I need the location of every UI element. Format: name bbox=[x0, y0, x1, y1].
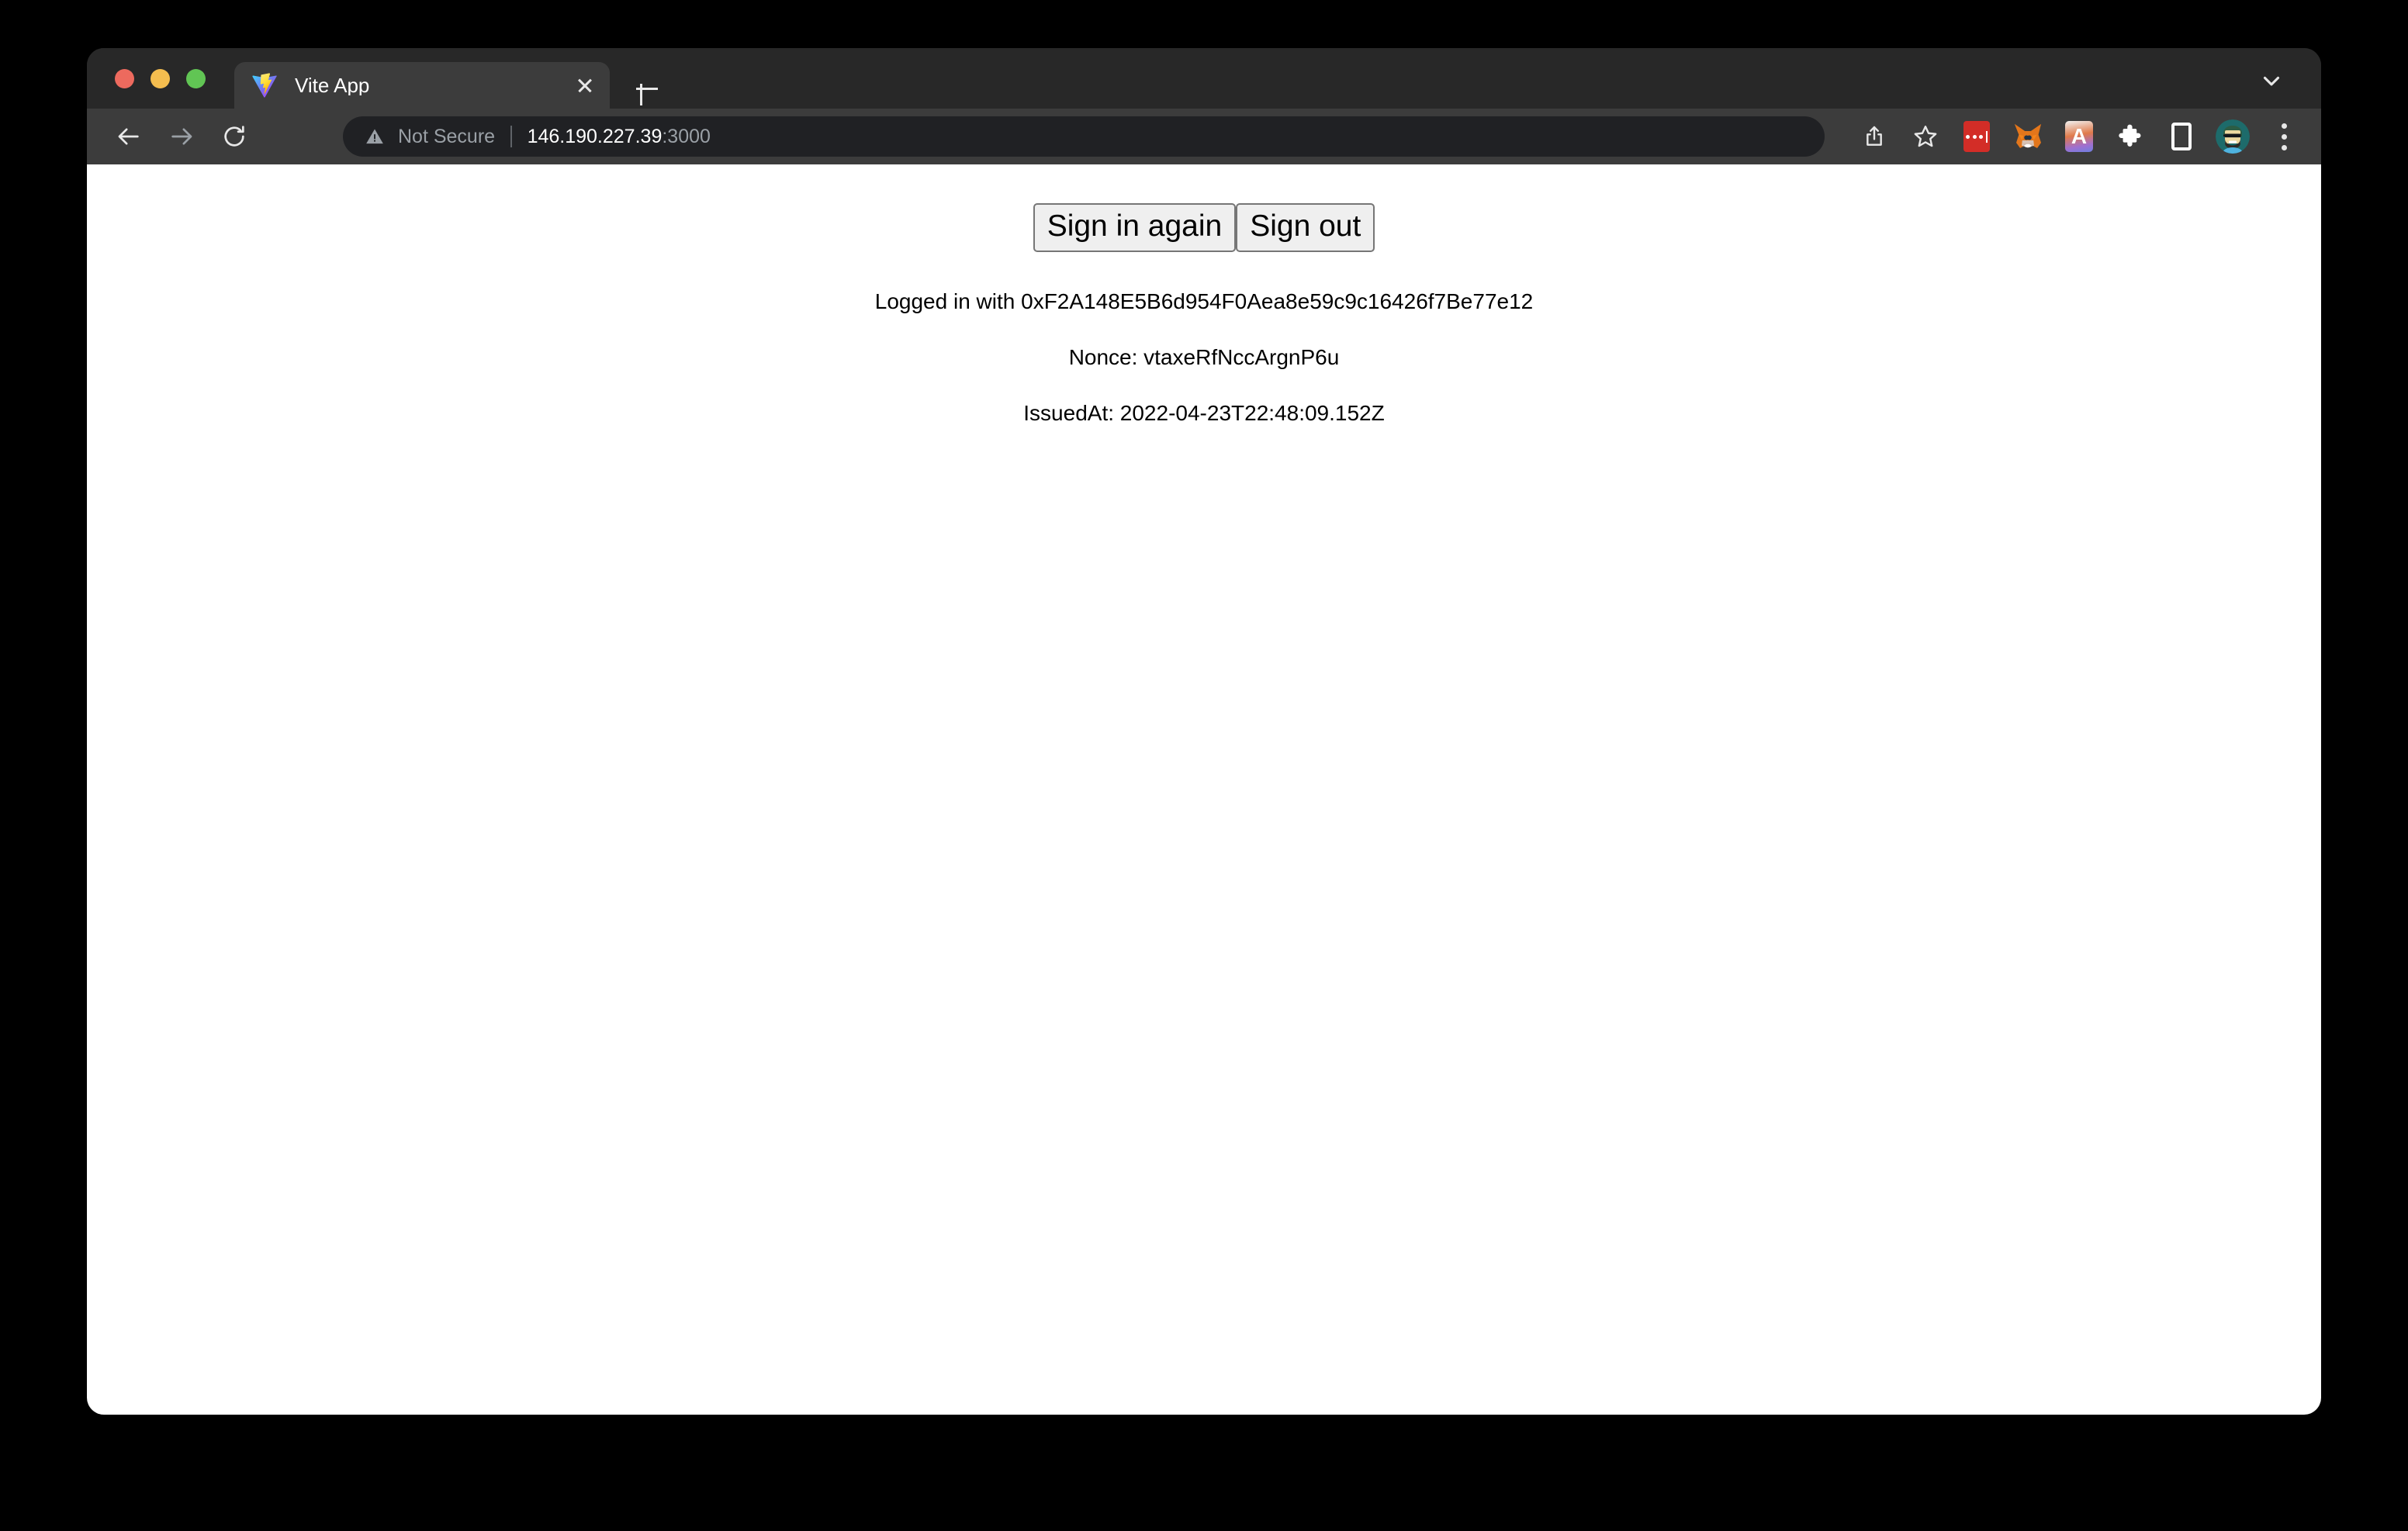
metamask-extension-icon[interactable] bbox=[2008, 116, 2048, 157]
toolbar-actions: A bbox=[1843, 109, 2304, 164]
warning-triangle-icon[interactable] bbox=[365, 126, 385, 147]
window-maximize-button[interactable] bbox=[186, 68, 206, 88]
lastpass-glyph bbox=[1963, 121, 1990, 152]
lastpass-extension-icon[interactable] bbox=[1956, 116, 1997, 157]
metamask-fox-glyph bbox=[2015, 124, 2041, 148]
auth-button-row: Sign in again Sign out bbox=[87, 203, 2321, 252]
logged-in-address-line: Logged in with 0xF2A148E5B6d954F0Aea8e59… bbox=[874, 289, 1534, 313]
nonce-line: Nonce: vtaxeRfNccArgnP6u bbox=[1068, 345, 1340, 369]
window-close-button[interactable] bbox=[115, 68, 134, 88]
side-panel-glyph bbox=[2171, 123, 2192, 150]
profile-avatar[interactable] bbox=[2213, 116, 2253, 157]
siwe-status-page: Sign in again Sign out Logged in with 0x… bbox=[87, 164, 2321, 424]
browser-window: Vite App Not Secure 146.190.227.39:3000 … bbox=[87, 48, 2321, 1415]
extensions-puzzle-icon[interactable] bbox=[2110, 116, 2150, 157]
a-extension-glyph: A bbox=[2065, 121, 2093, 152]
tab-close-icon[interactable] bbox=[571, 71, 599, 99]
url-port: :3000 bbox=[662, 125, 711, 147]
browser-toolbar: Not Secure 146.190.227.39:3000 A bbox=[87, 109, 2321, 164]
browser-tab-vite-app[interactable]: Vite App bbox=[234, 62, 610, 109]
tab-search-chevron-down-icon[interactable] bbox=[2253, 65, 2290, 96]
menu-dots-glyph bbox=[2281, 123, 2287, 150]
back-button[interactable] bbox=[109, 116, 149, 157]
window-minimize-button[interactable] bbox=[150, 68, 170, 88]
side-panel-icon[interactable] bbox=[2161, 116, 2202, 157]
bookmark-star-icon[interactable] bbox=[1905, 116, 1946, 157]
vite-logo-icon bbox=[252, 73, 277, 98]
forward-button[interactable] bbox=[161, 116, 202, 157]
sign-in-again-button[interactable]: Sign in again bbox=[1033, 203, 1237, 252]
menu-dots-icon[interactable] bbox=[2264, 116, 2304, 157]
issued-at-line: IssuedAt: 2022-04-23T22:48:09.152Z bbox=[1023, 401, 1385, 425]
page-viewport: Sign in again Sign out Logged in with 0x… bbox=[87, 164, 2321, 1415]
new-tab-button[interactable] bbox=[630, 71, 664, 105]
share-icon[interactable] bbox=[1854, 116, 1894, 157]
traffic-light-buttons bbox=[115, 48, 206, 109]
tab-strip: Vite App bbox=[87, 48, 2321, 109]
url-host: 146.190.227.39 bbox=[527, 125, 663, 147]
reload-button[interactable] bbox=[214, 116, 254, 157]
puzzle-glyph bbox=[2119, 124, 2141, 147]
url-text: 146.190.227.39:3000 bbox=[528, 126, 711, 148]
avatar-glyph bbox=[2216, 119, 2250, 154]
sign-out-button[interactable]: Sign out bbox=[1236, 203, 1375, 252]
a-extension-icon[interactable]: A bbox=[2059, 116, 2099, 157]
address-bar[interactable]: Not Secure 146.190.227.39:3000 bbox=[343, 116, 1825, 157]
tab-title-label: Vite App bbox=[295, 75, 370, 95]
security-status-label: Not Secure bbox=[398, 125, 496, 147]
omnibox-divider bbox=[510, 126, 512, 147]
